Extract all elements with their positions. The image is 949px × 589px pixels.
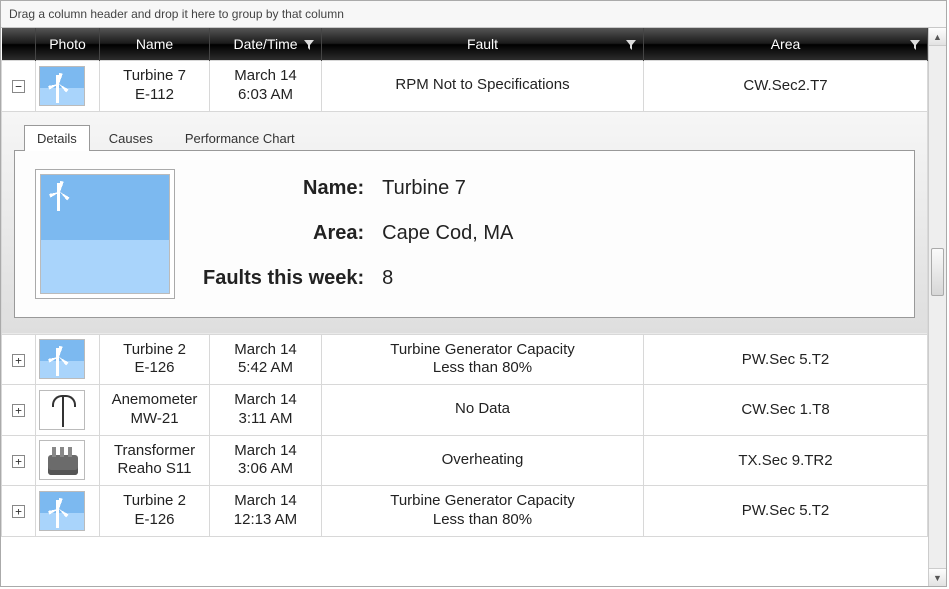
row-fault: No Data [326, 400, 639, 419]
column-header-datetime[interactable]: Date/Time [210, 28, 322, 61]
column-header-area[interactable]: Area [644, 28, 928, 61]
expand-button[interactable]: + [12, 404, 25, 417]
row-name: AnemometerMW-21 [104, 391, 205, 429]
row-name: TransformerReaho S11 [104, 442, 205, 480]
column-header-photo[interactable]: Photo [36, 28, 100, 61]
row-name: Turbine 7E-112 [104, 67, 205, 105]
row-thumbnail [39, 390, 85, 430]
row-fault: RPM Not to Specifications [326, 76, 639, 95]
detail-label-name: Name: [203, 177, 364, 200]
tab-details[interactable]: Details [24, 125, 90, 151]
tab-causes[interactable]: Causes [96, 125, 166, 151]
filter-icon[interactable] [909, 38, 921, 50]
detail-label-area: Area: [203, 222, 364, 245]
scroll-up-arrow[interactable]: ▲ [929, 28, 946, 46]
vertical-scrollbar[interactable]: ▲ ▼ [928, 28, 946, 586]
row-area: PW.Sec 5.T2 [742, 351, 830, 368]
expand-button[interactable]: + [12, 455, 25, 468]
row-datetime: March 146:03 AM [214, 67, 317, 105]
column-header-fault[interactable]: Fault [322, 28, 644, 61]
row-area: CW.Sec 1.T8 [741, 401, 829, 418]
row-thumbnail [39, 440, 85, 480]
row-datetime: March 1412:13 AM [214, 492, 317, 530]
detail-body: Name: Turbine 7 Area: Cape Cod, MA Fault… [14, 150, 915, 318]
filter-icon[interactable] [625, 38, 637, 50]
detail-panel-row: Details Causes Performance Chart Name: T… [2, 111, 928, 334]
row-thumbnail [39, 66, 85, 106]
table-row[interactable]: − Turbine 7E-112 March 146:03 AM RPM Not… [2, 61, 928, 112]
scroll-thumb[interactable] [931, 248, 944, 296]
scroll-down-arrow[interactable]: ▼ [929, 568, 946, 586]
detail-photo [35, 169, 175, 299]
row-fault: Turbine Generator CapacityLess than 80% [326, 492, 639, 530]
row-datetime: March 143:06 AM [214, 442, 317, 480]
collapse-button[interactable]: − [12, 80, 25, 93]
table-row[interactable]: + Turbine 2E-126 March 1412:13 AM Turbin… [2, 486, 928, 537]
data-grid: Photo Name Date/Time Fault [1, 28, 928, 586]
row-datetime: March 145:42 AM [214, 341, 317, 379]
detail-value-name: Turbine 7 [382, 177, 513, 200]
table-row[interactable]: + TransformerReaho S11 March 143:06 AM O… [2, 435, 928, 486]
column-header-row: Photo Name Date/Time Fault [2, 28, 928, 61]
detail-value-area: Cape Cod, MA [382, 222, 513, 245]
row-datetime: March 143:11 AM [214, 391, 317, 429]
row-fault: Turbine Generator CapacityLess than 80% [326, 341, 639, 379]
tab-performance-chart[interactable]: Performance Chart [172, 125, 308, 151]
row-area: TX.Sec 9.TR2 [738, 452, 832, 469]
column-header-name[interactable]: Name [100, 28, 210, 61]
row-name: Turbine 2E-126 [104, 341, 205, 379]
detail-value-faults: 8 [382, 267, 513, 290]
table-row[interactable]: + Turbine 2E-126 March 145:42 AM Turbine… [2, 334, 928, 385]
expand-button[interactable]: + [12, 354, 25, 367]
filter-icon[interactable] [303, 38, 315, 50]
row-thumbnail [39, 491, 85, 531]
detail-label-faults: Faults this week: [203, 267, 364, 290]
row-area: PW.Sec 5.T2 [742, 502, 830, 519]
row-name: Turbine 2E-126 [104, 492, 205, 530]
group-by-bar[interactable]: Drag a column header and drop it here to… [1, 1, 946, 28]
column-header-expand [2, 28, 36, 61]
expand-button[interactable]: + [12, 505, 25, 518]
row-thumbnail [39, 339, 85, 379]
row-fault: Overheating [326, 451, 639, 470]
table-row[interactable]: + AnemometerMW-21 March 143:11 AM No Dat… [2, 385, 928, 436]
row-area: CW.Sec2.T7 [743, 77, 827, 94]
